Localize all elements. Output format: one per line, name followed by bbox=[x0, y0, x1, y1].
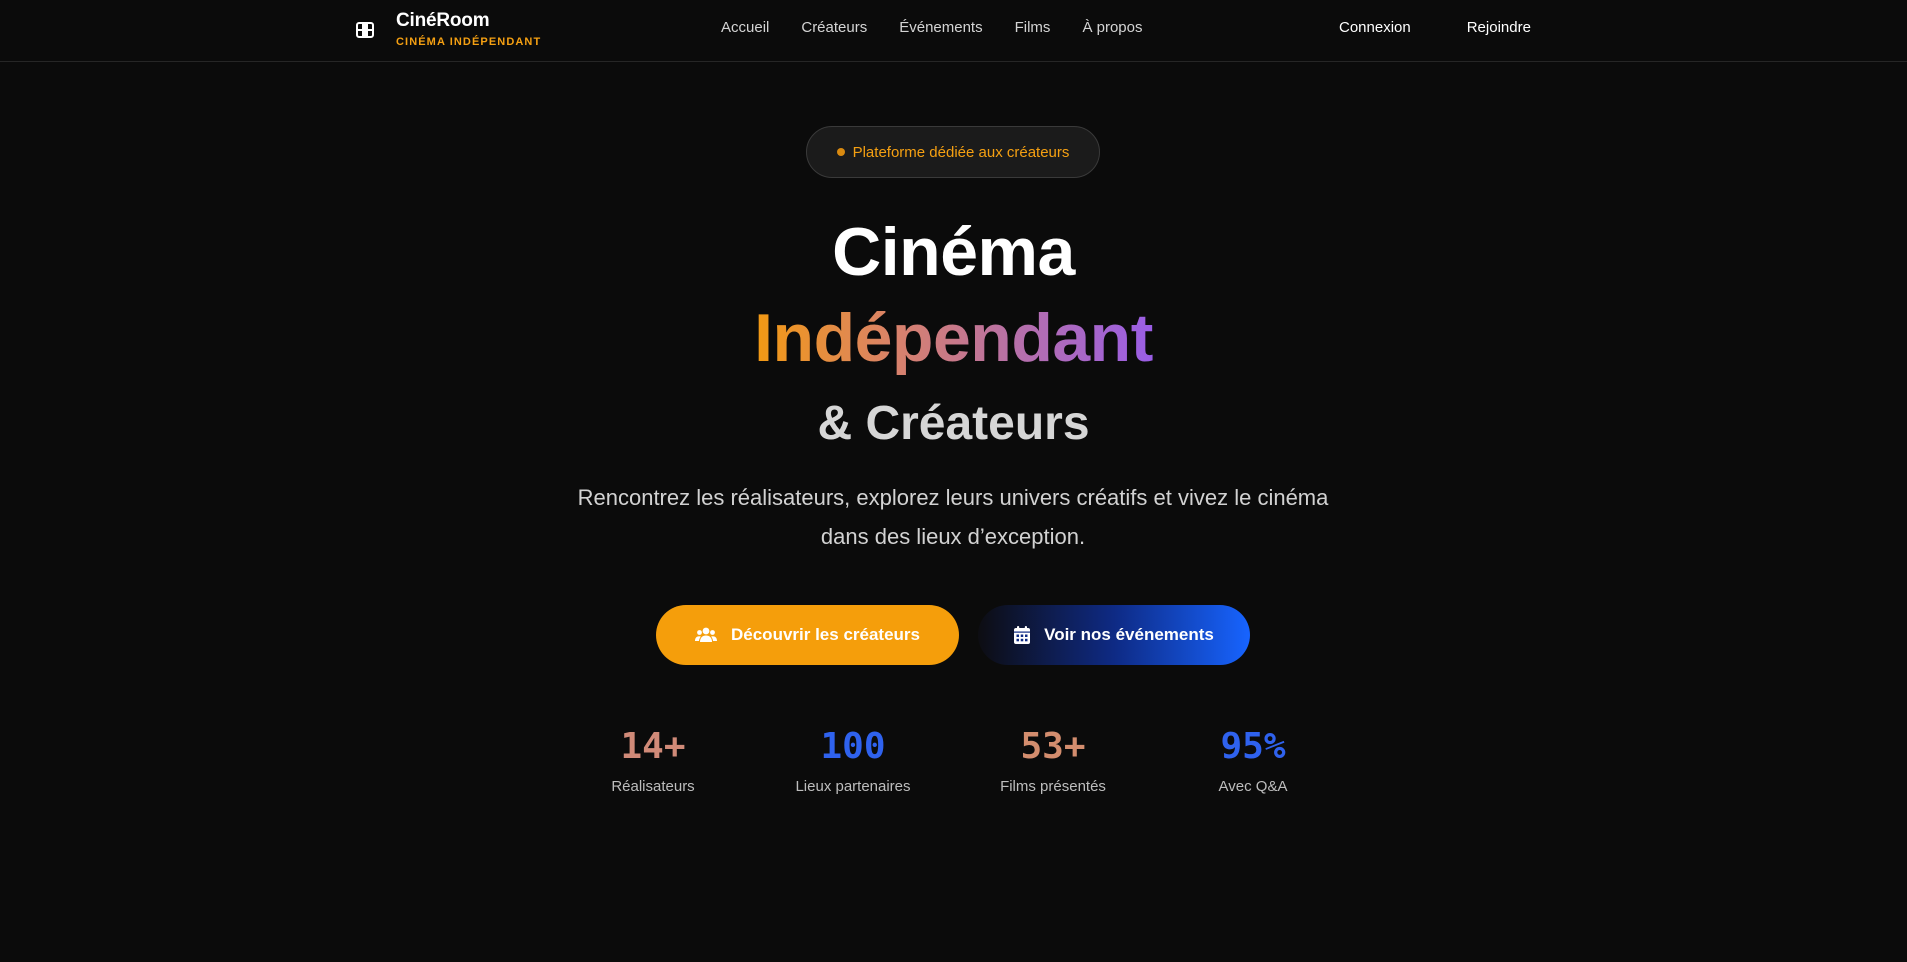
brand-logo-link[interactable]: CinéRoom CINÉMA INDÉPENDANT bbox=[354, 10, 541, 49]
nav-link-evenements[interactable]: Événements bbox=[899, 19, 982, 36]
hero-lead: Rencontrez les réalisateurs, explorez le… bbox=[577, 485, 1329, 549]
login-link[interactable]: Connexion bbox=[1339, 19, 1411, 36]
stat-label: Réalisateurs bbox=[611, 778, 695, 795]
stat-lieux-partenaires: 100 Lieux partenaires bbox=[773, 724, 933, 795]
join-link[interactable]: Rejoindre bbox=[1467, 19, 1531, 36]
hero-title-gradient-text: Indépendant bbox=[754, 300, 1153, 376]
nav-link-a-propos[interactable]: À propos bbox=[1082, 19, 1142, 36]
discover-creators-label: Découvrir les créateurs bbox=[731, 625, 920, 644]
view-events-button[interactable]: Voir nos événements bbox=[978, 605, 1250, 665]
hero-title-line2: Indépendant bbox=[0, 298, 1907, 378]
nav-link-createurs[interactable]: Créateurs bbox=[801, 19, 867, 36]
navbar: CinéRoom CINÉMA INDÉPENDANT Accueil Créa… bbox=[0, 0, 1907, 62]
discover-creators-button[interactable]: Découvrir les créateurs bbox=[656, 605, 959, 665]
users-icon bbox=[695, 627, 717, 642]
main-nav: Accueil Créateurs Événements Films À pro… bbox=[721, 0, 1142, 55]
stat-avec-qa: 95% Avec Q&A bbox=[1173, 724, 1333, 795]
stat-value: 100 bbox=[820, 726, 886, 767]
hero-title-line1: Cinéma bbox=[832, 214, 1075, 290]
stat-value: 53+ bbox=[1020, 726, 1086, 767]
brand-name: CinéRoom bbox=[396, 10, 490, 31]
stat-label: Films présentés bbox=[1000, 778, 1106, 795]
stat-label: Avec Q&A bbox=[1218, 778, 1288, 795]
hero-title-line3: & Créateurs bbox=[817, 397, 1090, 450]
hero-badge: Plateforme dédiée aux créateurs bbox=[806, 126, 1100, 178]
calendar-icon bbox=[1014, 626, 1031, 644]
stat-realisateurs: 14+ Réalisateurs bbox=[573, 724, 733, 795]
brand-text: CinéRoom CINÉMA INDÉPENDANT bbox=[396, 10, 541, 49]
hero-badge-text: Plateforme dédiée aux créateurs bbox=[852, 143, 1070, 161]
view-events-label: Voir nos événements bbox=[1044, 625, 1214, 644]
nav-link-accueil[interactable]: Accueil bbox=[721, 19, 769, 36]
nav-actions: Connexion Rejoindre bbox=[1339, 0, 1531, 55]
stat-value: 95% bbox=[1220, 726, 1286, 767]
nav-link-films[interactable]: Films bbox=[1015, 19, 1051, 36]
badge-dot-icon bbox=[836, 148, 845, 156]
stat-label: Lieux partenaires bbox=[795, 778, 911, 795]
page: CinéRoom CINÉMA INDÉPENDANT Accueil Créa… bbox=[0, 0, 1907, 962]
stat-films-presentes: 53+ Films présentés bbox=[973, 724, 1133, 795]
film-icon bbox=[354, 19, 376, 41]
stat-value: 14+ bbox=[620, 726, 686, 767]
brand-tagline: CINÉMA INDÉPENDANT bbox=[396, 36, 542, 48]
